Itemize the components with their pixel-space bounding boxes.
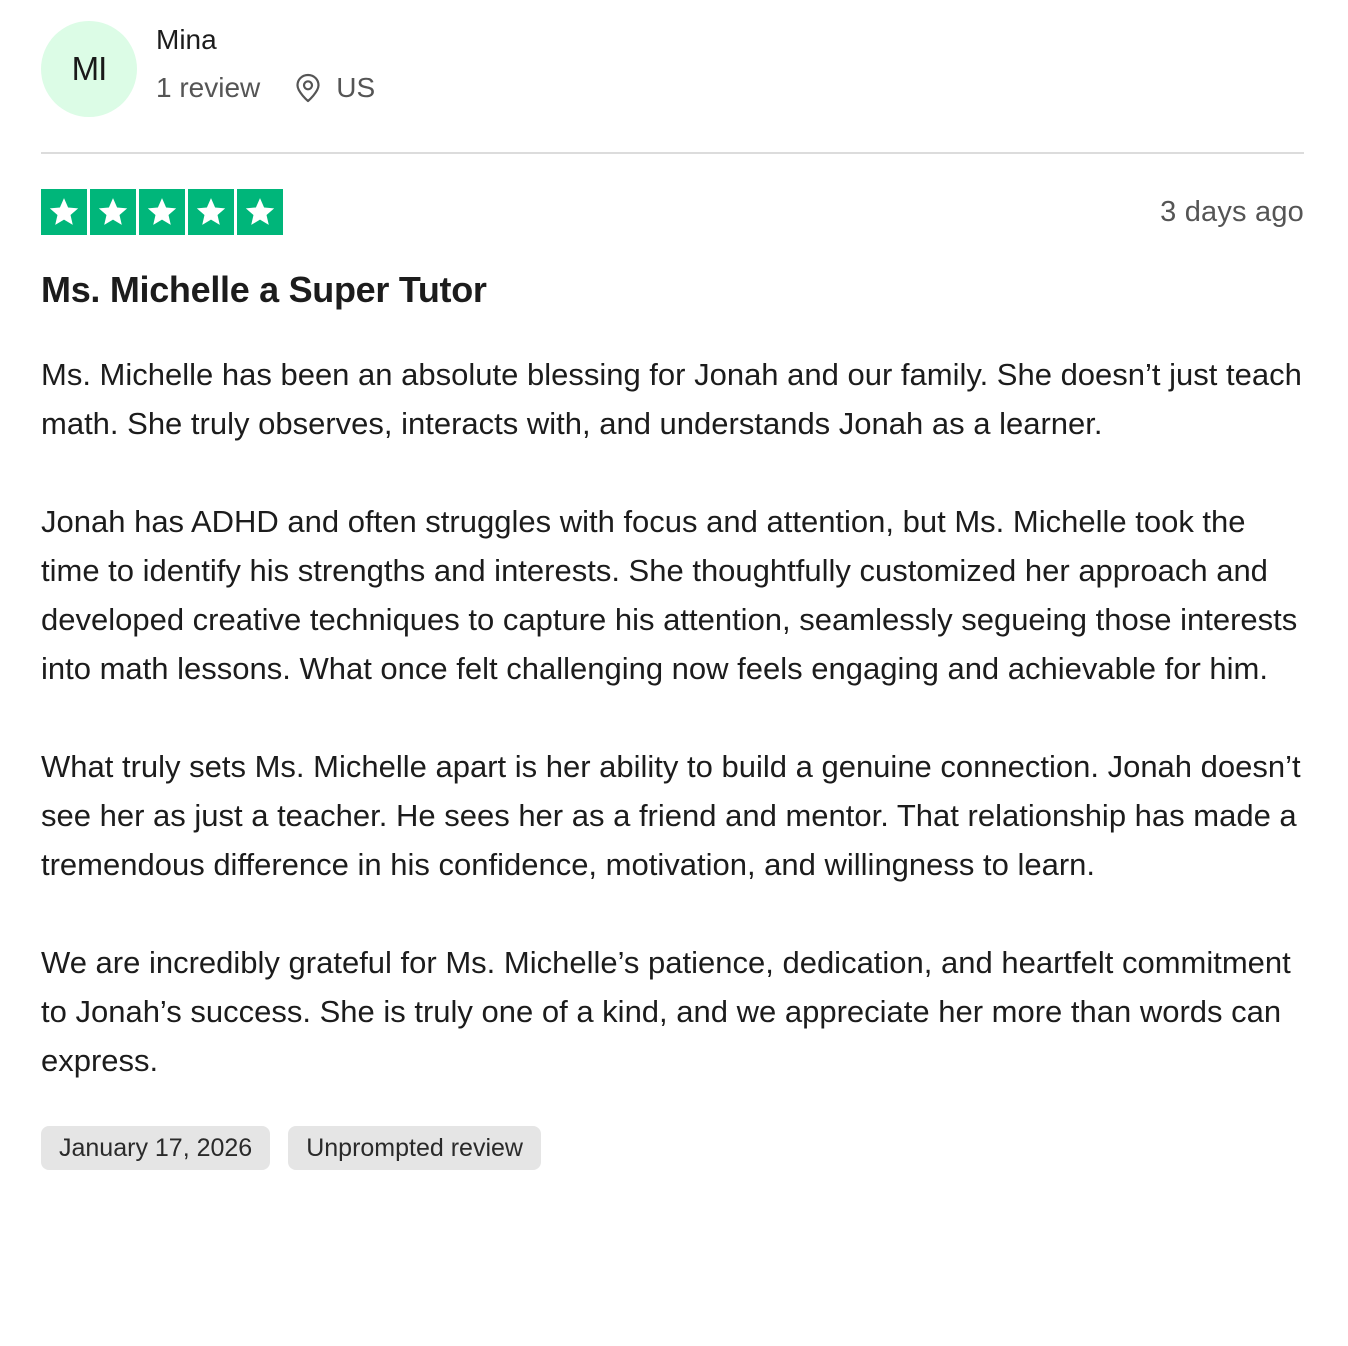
review-card: MI Mina 1 review US 3 days ago Ms. Miche…	[41, 20, 1304, 1170]
review-tags: January 17, 2026 Unprompted review	[41, 1126, 1304, 1170]
review-paragraph: What truly sets Ms. Michelle apart is he…	[41, 749, 1301, 882]
review-paragraph: Jonah has ADHD and often struggles with …	[41, 504, 1298, 686]
location-pin-icon	[296, 73, 320, 102]
location-label: US	[336, 71, 376, 103]
rating-row: 3 days ago	[41, 189, 1304, 235]
review-body: Ms. Michelle has been an absolute blessi…	[41, 350, 1304, 1085]
review-count: 1 review	[156, 71, 261, 103]
reviewer-header: MI Mina 1 review US	[41, 20, 1304, 117]
experience-date-badge: January 17, 2026	[41, 1126, 271, 1170]
star-icon	[90, 189, 136, 235]
reviewer-meta: 1 review US	[156, 71, 375, 105]
star-icon	[237, 189, 283, 235]
star-icon	[188, 189, 234, 235]
reviewer-location: US	[294, 71, 375, 105]
review-title[interactable]: Ms. Michelle a Super Tutor	[41, 268, 1304, 312]
star-rating	[41, 189, 283, 235]
reviewer-name[interactable]: Mina	[156, 23, 375, 57]
review-paragraph: We are incredibly grateful for Ms. Miche…	[41, 945, 1291, 1078]
reviewer-info: Mina 1 review US	[156, 24, 375, 105]
avatar[interactable]: MI	[41, 20, 137, 117]
review-date-relative: 3 days ago	[1160, 195, 1304, 228]
star-icon	[139, 189, 185, 235]
review-paragraph: Ms. Michelle has been an absolute blessi…	[41, 357, 1302, 441]
review-type-badge[interactable]: Unprompted review	[288, 1126, 541, 1170]
star-icon	[41, 189, 87, 235]
divider	[41, 152, 1304, 154]
